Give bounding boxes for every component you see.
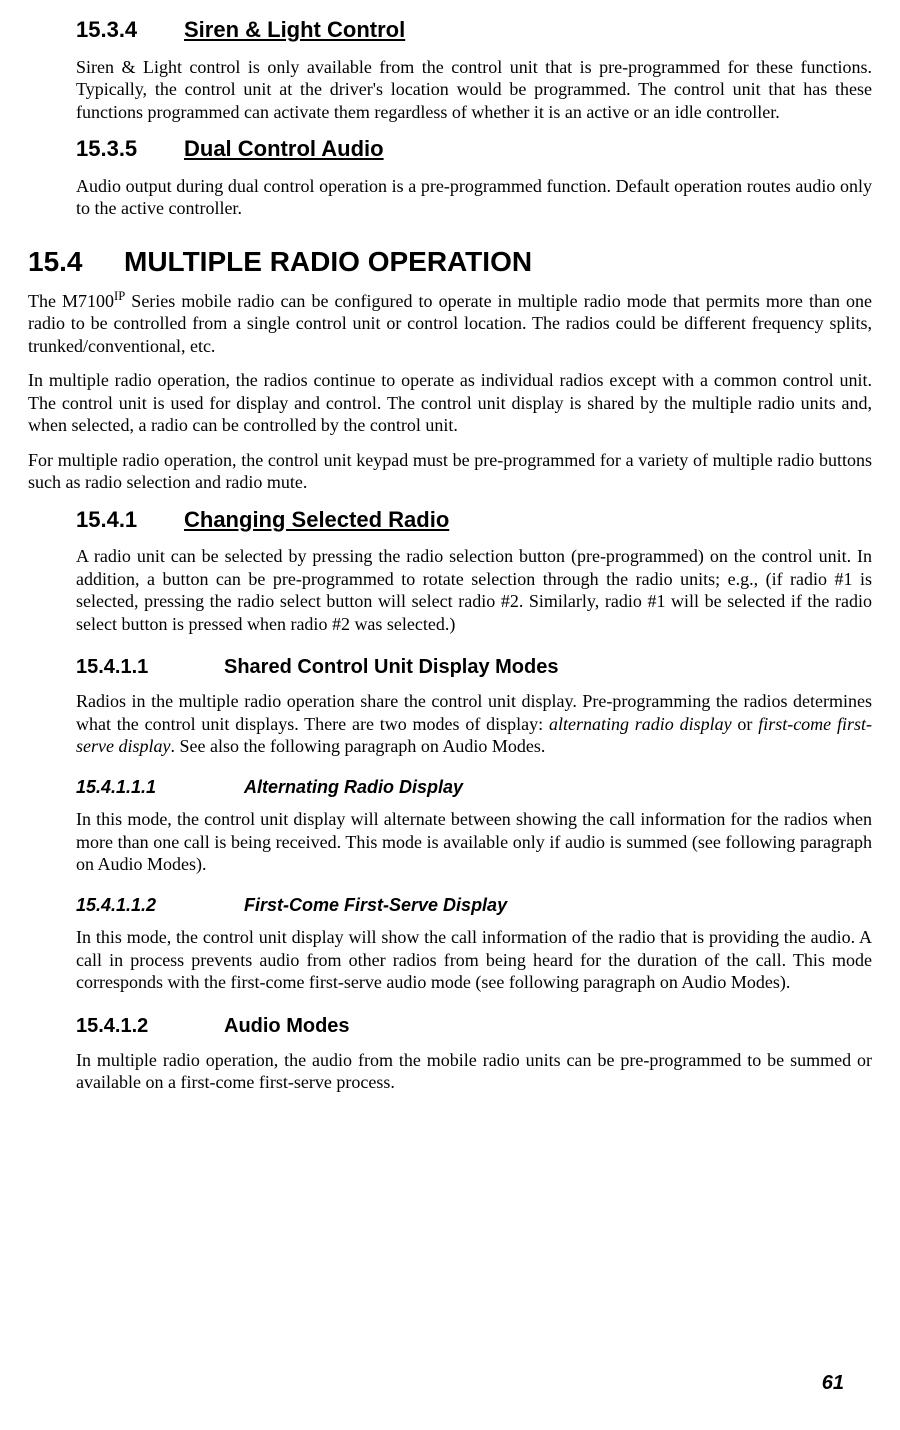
heading-title: Alternating Radio Display: [244, 777, 463, 797]
paragraph: Siren & Light control is only available …: [76, 56, 872, 124]
heading-title: MULTIPLE RADIO OPERATION: [124, 246, 532, 277]
heading-15-4: 15.4MULTIPLE RADIO OPERATION: [28, 244, 872, 279]
heading-15-3-4: 15.3.4Siren & Light Control: [76, 16, 872, 44]
heading-number: 15.3.5: [76, 135, 184, 163]
paragraph: In this mode, the control unit display w…: [76, 926, 872, 994]
heading-15-3-5: 15.3.5Dual Control Audio: [76, 135, 872, 163]
heading-15-4-1-2: 15.4.1.2Audio Modes: [76, 1014, 872, 1039]
text-italic: alternating radio display: [549, 714, 732, 734]
heading-title: Changing Selected Radio: [184, 507, 449, 532]
heading-title: Shared Control Unit Display Modes: [224, 656, 558, 678]
heading-title: Dual Control Audio: [184, 136, 384, 161]
text: or: [732, 714, 759, 734]
heading-number: 15.4.1.1.1: [76, 776, 244, 799]
paragraph: The M7100IP Series mobile radio can be c…: [28, 289, 872, 358]
heading-15-4-1-1-2: 15.4.1.1.2First-Come First-Serve Display: [76, 894, 872, 917]
heading-number: 15.4: [28, 244, 124, 279]
paragraph: In multiple radio operation, the radios …: [28, 369, 872, 437]
heading-number: 15.4.1.1.2: [76, 894, 244, 917]
heading-title: First-Come First-Serve Display: [244, 895, 507, 915]
heading-number: 15.3.4: [76, 16, 184, 44]
superscript-ip: IP: [114, 289, 125, 303]
heading-15-4-1: 15.4.1Changing Selected Radio: [76, 506, 872, 534]
text: The M7100: [28, 291, 114, 311]
heading-number: 15.4.1.1: [76, 655, 224, 680]
paragraph: Audio output during dual control operati…: [76, 175, 872, 220]
text: . See also the following paragraph on Au…: [170, 736, 545, 756]
heading-number: 15.4.1: [76, 506, 184, 534]
paragraph: For multiple radio operation, the contro…: [28, 449, 872, 494]
heading-title: Audio Modes: [224, 1015, 350, 1037]
heading-15-4-1-1-1: 15.4.1.1.1Alternating Radio Display: [76, 776, 872, 799]
paragraph: Radios in the multiple radio operation s…: [76, 690, 872, 758]
paragraph: In multiple radio operation, the audio f…: [76, 1049, 872, 1094]
page-number: 61: [822, 1371, 844, 1396]
paragraph: In this mode, the control unit display w…: [76, 808, 872, 876]
heading-15-4-1-1: 15.4.1.1Shared Control Unit Display Mode…: [76, 655, 872, 680]
heading-title: Siren & Light Control: [184, 17, 405, 42]
text: Series mobile radio can be configured to…: [28, 291, 872, 356]
heading-number: 15.4.1.2: [76, 1014, 224, 1039]
paragraph: A radio unit can be selected by pressing…: [76, 545, 872, 635]
